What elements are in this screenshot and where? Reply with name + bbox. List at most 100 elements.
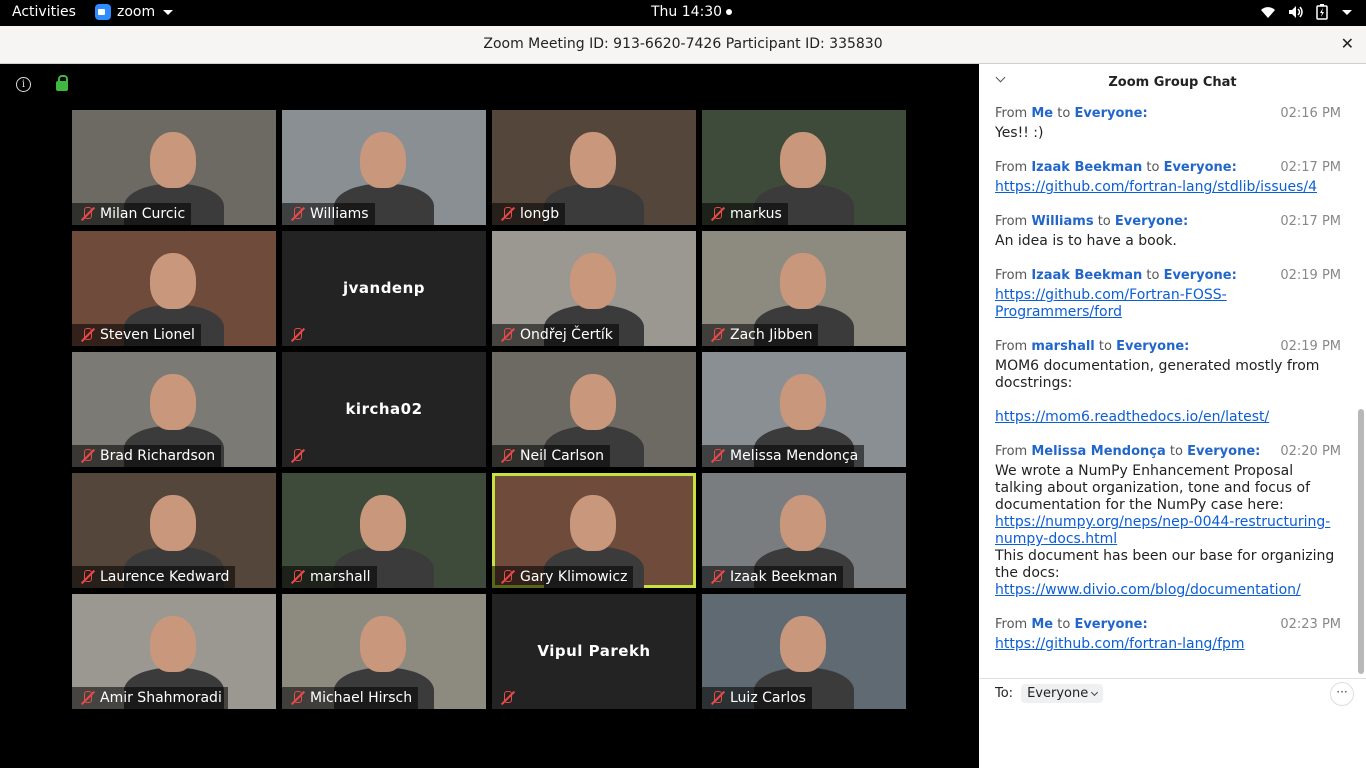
participant-head [570, 495, 616, 551]
participant-tile[interactable]: Izaak Beekman [702, 473, 906, 588]
chat-link[interactable]: https://github.com/fortran-lang/fpm [995, 636, 1245, 652]
app-name: zoom [117, 4, 156, 20]
chat-header: Zoom Group Chat [979, 64, 1366, 102]
encryption-lock-icon[interactable] [56, 75, 68, 91]
participant-label: Zach Jibben [702, 324, 819, 346]
from-label: From [995, 444, 1032, 459]
sender-name: Melissa Mendonça [1031, 444, 1166, 459]
participant-tile[interactable]: Michael Hirsch [282, 594, 486, 709]
participant-name: Amir Shahmoradi [100, 690, 222, 706]
mic-muted-icon [708, 447, 726, 465]
clock[interactable]: Thu 14:30 [651, 4, 733, 20]
chat-message-body: An idea is to have a book. [995, 233, 1341, 250]
mic-muted-icon [78, 689, 96, 707]
participant-tile[interactable]: Amir Shahmoradi [72, 594, 276, 709]
system-tray[interactable] [1260, 4, 1352, 20]
participant-tile[interactable]: Melissa Mendonça [702, 352, 906, 467]
activities-button[interactable]: Activities [12, 4, 76, 20]
participant-tile[interactable]: jvandenp [282, 231, 486, 346]
chat-sender-line: From Izaak Beekman to Everyone: [995, 160, 1237, 175]
participant-tile[interactable]: longb [492, 110, 696, 225]
participant-tile[interactable]: Neil Carlson [492, 352, 696, 467]
sender-name: Izaak Beekman [1031, 160, 1143, 175]
participant-head [780, 374, 826, 430]
participant-tile[interactable]: Steven Lionel [72, 231, 276, 346]
participant-label: Neil Carlson [492, 445, 611, 467]
chat-message-meta: From marshall to Everyone: 02:19 PM [995, 339, 1341, 354]
participant-tile[interactable]: Vipul Parekh [492, 594, 696, 709]
participant-tile[interactable]: Williams [282, 110, 486, 225]
participant-tile[interactable]: Luiz Carlos [702, 594, 906, 709]
chat-sender-line: From Izaak Beekman to Everyone: [995, 268, 1237, 283]
participant-tile[interactable]: markus [702, 110, 906, 225]
participant-tile[interactable]: marshall [282, 473, 486, 588]
participant-tile[interactable]: Brad Richardson [72, 352, 276, 467]
chat-link[interactable]: https://github.com/Fortran-FOSS-Programm… [995, 287, 1227, 320]
to-label: to [1142, 160, 1164, 175]
app-menu[interactable]: zoom [95, 4, 174, 20]
collapse-chat-icon[interactable] [995, 72, 1006, 83]
to-label: to [1094, 339, 1117, 354]
sender-name: Me [1031, 106, 1054, 121]
participant-tile[interactable]: Gary Klimowicz [492, 473, 696, 588]
participant-name: markus [730, 206, 782, 222]
recipient-name: Everyone: [1114, 214, 1189, 229]
participant-tile[interactable]: Zach Jibben [702, 231, 906, 346]
participant-head [360, 616, 406, 672]
participant-label: marshall [282, 566, 377, 588]
participant-name: Michael Hirsch [310, 690, 413, 706]
chevron-down-icon [1091, 688, 1099, 696]
participant-name: longb [520, 206, 560, 222]
chat-title: Zoom Group Chat [1108, 75, 1237, 90]
meeting-info-icon[interactable]: i [16, 77, 31, 92]
chat-sender-line: From marshall to Everyone: [995, 339, 1189, 354]
chat-message-body: We wrote a NumPy Enhancement Proposal ta… [995, 463, 1341, 599]
close-window-button[interactable]: ✕ [1341, 34, 1354, 53]
notification-dot-icon [726, 9, 733, 15]
volume-icon [1289, 6, 1303, 18]
chat-link[interactable]: https://mom6.readthedocs.io/en/latest/ [995, 409, 1269, 425]
participant-label: longb [492, 203, 566, 225]
participant-name-placeholder: jvandenp [342, 279, 426, 297]
chat-recipient-row: To: Everyone [995, 684, 1104, 703]
participant-tile[interactable]: Milan Curcic [72, 110, 276, 225]
chat-sender-line: From Melissa Mendonça to Everyone: [995, 444, 1260, 459]
mic-muted-icon [708, 205, 726, 223]
message-time: 02:16 PM [1280, 106, 1341, 121]
system-menu-chevron-icon [1342, 9, 1352, 15]
participant-name: Steven Lionel [100, 327, 195, 343]
mic-muted-icon [288, 447, 306, 465]
participant-name-placeholder: Vipul Parekh [537, 642, 651, 660]
recipient-name: Everyone: [1187, 444, 1261, 459]
chat-scrollbar[interactable] [1358, 409, 1364, 674]
participant-head [570, 253, 616, 309]
participant-name: Milan Curcic [100, 206, 186, 222]
chat-more-button[interactable]: ··· [1330, 682, 1354, 706]
video-gallery: i Milan Curcic Williams longb markus Steven … [0, 64, 979, 768]
chat-text: MOM6 documentation, generated mostly fro… [995, 358, 1320, 391]
participant-label: Luiz Carlos [702, 687, 812, 709]
participant-head [150, 132, 196, 188]
chat-link[interactable]: https://www.divio.com/blog/documentation… [995, 582, 1301, 598]
chat-message-body: https://github.com/fortran-lang/stdlib/i… [995, 179, 1341, 196]
participant-head [780, 253, 826, 309]
participant-label: Amir Shahmoradi [72, 687, 228, 709]
recipient-dropdown[interactable]: Everyone [1021, 684, 1104, 703]
mic-muted-icon [288, 568, 306, 586]
message-time: 02:17 PM [1280, 160, 1341, 175]
chat-message: From Williams to Everyone: 02:17 PM An ide… [995, 214, 1341, 250]
to-label: to [1142, 268, 1164, 283]
participant-tile[interactable]: Laurence Kedward [72, 473, 276, 588]
chat-message-meta: From Williams to Everyone: 02:17 PM [995, 214, 1341, 229]
mic-muted-icon [498, 326, 516, 344]
to-label: To: [995, 686, 1014, 701]
participant-name: marshall [310, 569, 371, 585]
chat-sender-line: From Williams to Everyone: [995, 214, 1188, 229]
participant-head [150, 253, 196, 309]
participant-tile[interactable]: kircha02 [282, 352, 486, 467]
chat-link[interactable]: https://numpy.org/neps/nep-0044-restruct… [995, 514, 1330, 547]
chat-link[interactable]: https://github.com/fortran-lang/stdlib/i… [995, 179, 1317, 195]
participant-label: Williams [282, 203, 375, 225]
chat-message: From Me to Everyone: 02:16 PM Yes!! :) [995, 106, 1341, 142]
participant-tile[interactable]: Ondřej Čertík [492, 231, 696, 346]
